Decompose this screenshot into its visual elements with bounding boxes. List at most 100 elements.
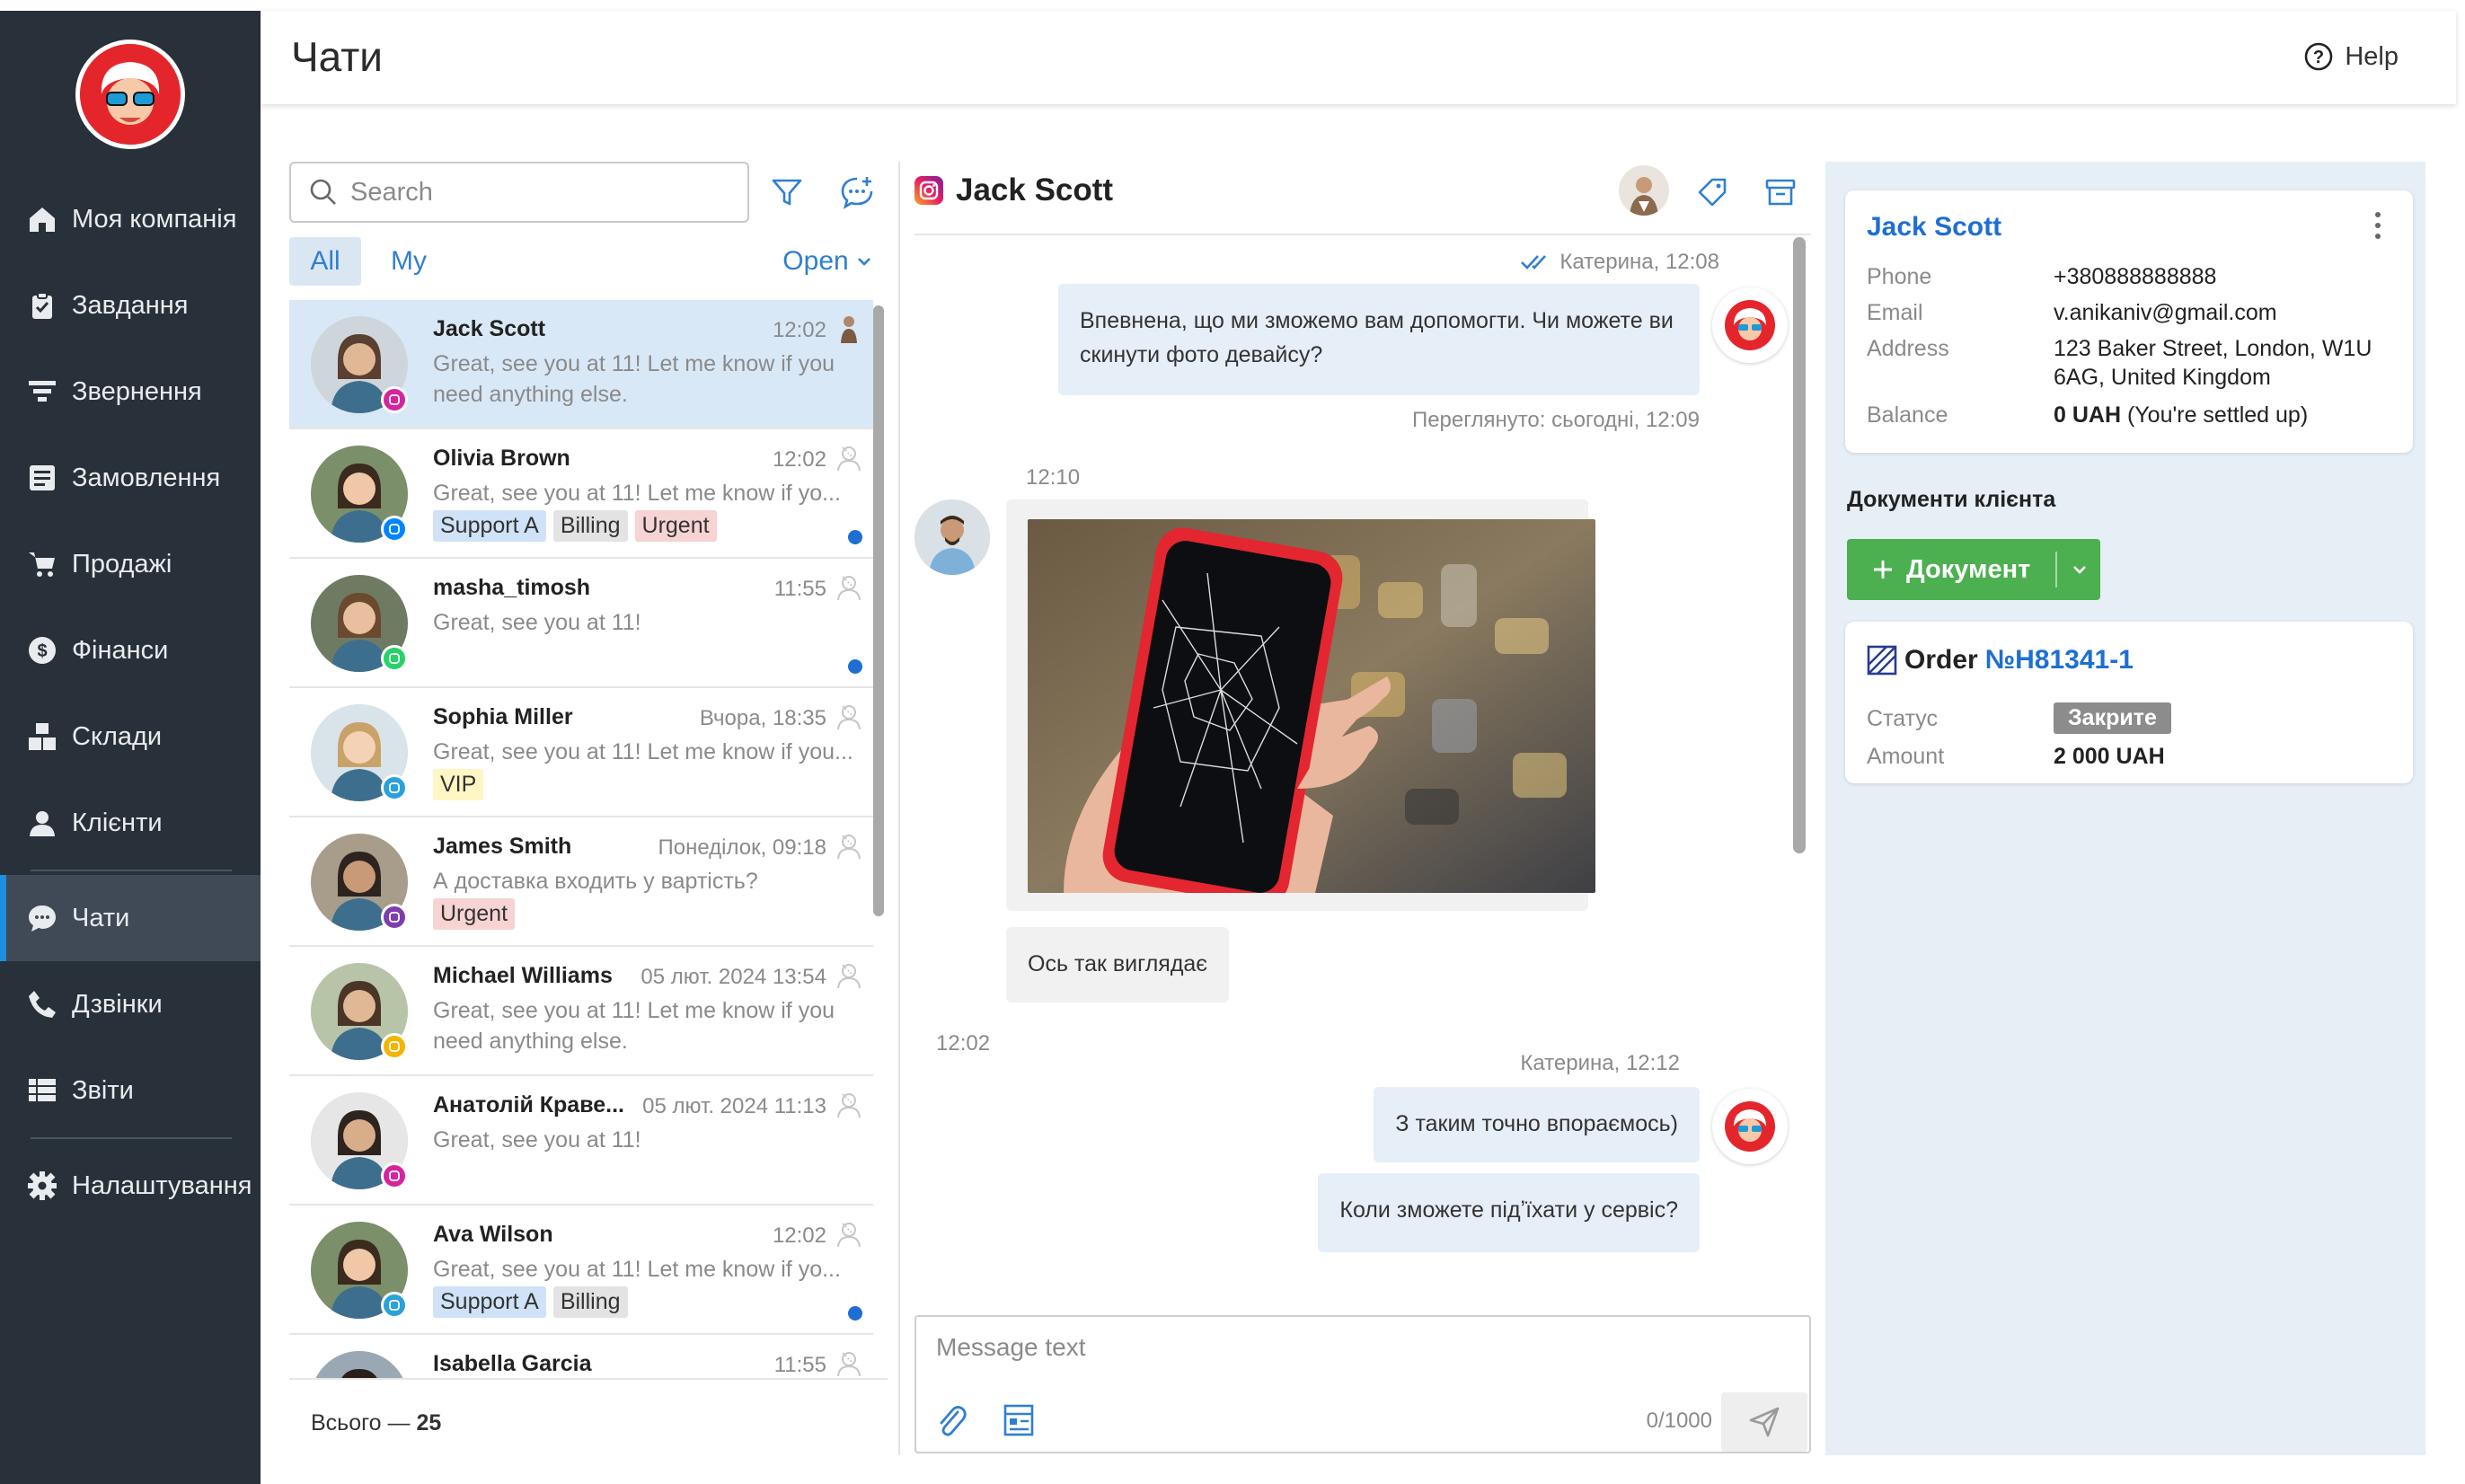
tag-badge: Billing	[552, 1286, 628, 1318]
tag-badge: VIP	[433, 769, 484, 800]
button-split-divider	[2055, 552, 2057, 587]
last-message-preview: Great, see you at 11!	[433, 1127, 641, 1153]
send-icon	[1749, 1407, 1780, 1437]
more-vertical-icon[interactable]	[2373, 210, 2382, 245]
chat-list-item[interactable]: James Smith Понеділок, 09:18 А доставка вх…	[289, 817, 873, 947]
unassigned-agent-icon	[834, 1089, 864, 1119]
tag-badge: Support A	[433, 1286, 546, 1318]
balance-note: (You're settled up)	[2126, 402, 2309, 428]
sidebar-item-chat[interactable]: Чати	[0, 875, 261, 961]
order-number-link[interactable]: №H81341-1	[1985, 645, 2134, 676]
address-line-2: 6AG, United Kingdom	[2054, 365, 2271, 390]
chat-list-item[interactable]: Olivia Brown 12:02 Great, see you at 11! L…	[289, 429, 873, 559]
chat-time: 12:02	[772, 447, 826, 472]
paperclip-icon[interactable]	[936, 1403, 967, 1444]
template-icon[interactable]	[1003, 1403, 1035, 1442]
phone-label: Phone	[1867, 264, 1932, 289]
chat-list-scrollbar[interactable]	[873, 305, 884, 916]
svg-text:?: ?	[2313, 48, 2324, 67]
chat-time: 05 лют. 2024 11:13	[642, 1094, 826, 1118]
thread-scrollbar[interactable]	[1793, 237, 1806, 853]
sidebar-item-user[interactable]: Клієнти	[0, 780, 261, 866]
chat-list-item[interactable]: Ava Wilson 12:02 Great, see you at 11! Let…	[289, 1206, 873, 1335]
send-button[interactable]	[1721, 1392, 1807, 1452]
chat-list-item[interactable]: Jack Scott 12:02 Great, see you at 11! Let…	[289, 300, 873, 429]
sidebar-item-gear[interactable]: Налаштування	[0, 1143, 261, 1229]
telegram-icon	[381, 774, 408, 801]
message-time: 12:02	[936, 1031, 991, 1056]
user-icon	[27, 808, 57, 838]
sidebar-item-phone[interactable]: Дзвінки	[0, 961, 261, 1047]
chevron-down-icon	[857, 258, 870, 266]
new-chat-icon[interactable]	[839, 174, 875, 215]
email-value[interactable]: v.anikaniv@gmail.com	[2054, 300, 2277, 326]
contact-avatar	[311, 446, 408, 543]
order-prefix: Order	[1904, 645, 1978, 675]
order-card[interactable]: Order №H81341-1 Статус Закрите Amount 2 …	[1845, 622, 2413, 783]
sidebar-item-cart[interactable]: Продажі	[0, 521, 261, 607]
sidebar-item-table[interactable]: Звіти	[0, 1047, 261, 1134]
list-divider	[289, 1378, 888, 1380]
order-doc-icon	[1867, 645, 1897, 676]
warehouse-boxes-icon	[27, 721, 57, 752]
cracked-phone-photo[interactable]	[1028, 519, 1595, 893]
instagram-icon	[914, 176, 943, 205]
assigned-agent-avatar[interactable]	[1619, 165, 1669, 216]
email-label: Email	[1867, 300, 1923, 325]
last-message-preview: А доставка входить у вартість?	[433, 869, 758, 894]
unassigned-agent-icon	[834, 701, 864, 731]
sidebar-divider	[31, 1137, 232, 1139]
filter-icon[interactable]	[771, 176, 803, 213]
sidebar-item-dollar[interactable]: $ Фінанси	[0, 607, 261, 693]
sidebar-item-label: Чати	[72, 903, 130, 932]
tag-icon[interactable]	[1696, 176, 1728, 213]
sidebar-item-label: Склади	[72, 721, 163, 751]
company-logo[interactable]	[75, 40, 185, 149]
chat-tags: VIP	[433, 769, 484, 800]
chevron-down-icon[interactable]	[2072, 562, 2088, 577]
amount-label: Amount	[1867, 744, 1945, 769]
sidebar-item-order-list[interactable]: Замовлення	[0, 435, 261, 521]
status-filter-dropdown[interactable]: Open	[778, 237, 877, 286]
instagram-icon	[381, 386, 408, 413]
add-document-button[interactable]: Документ	[1847, 539, 2100, 600]
chat-list-item[interactable]: masha_timosh 11:55 Great, see you at 11!	[289, 559, 873, 688]
other-icon	[381, 1033, 408, 1060]
tag-badge: Billing	[552, 510, 628, 542]
sidebar-item-warehouse-boxes[interactable]: Склади	[0, 693, 261, 780]
tab-all[interactable]: All	[289, 237, 361, 286]
table-icon	[27, 1075, 57, 1106]
message-time: 12:10	[1026, 465, 1081, 490]
last-message-preview: Great, see you at 11! Let me know if you…	[433, 739, 853, 764]
tab-my[interactable]: My	[377, 237, 440, 286]
contact-avatar	[311, 1351, 408, 1378]
last-message-preview: Great, see you at 11! Let me know if you…	[433, 998, 835, 1054]
last-message-preview: Great, see you at 11! Let me know if yo.…	[433, 1257, 841, 1282]
chat-list-item[interactable]: Isabella Garcia 11:55	[289, 1335, 873, 1378]
total-value: 25	[416, 1410, 442, 1435]
message-bubble-outgoing: Коли зможете підʼїхати у сервіс?	[1318, 1173, 1700, 1252]
contact-avatar	[311, 963, 408, 1060]
chat-list-item[interactable]: Michael Williams 05 лют. 2024 13:54 Great,…	[289, 947, 873, 1076]
chat-list-item[interactable]: Sophia Miller Вчора, 18:35 Great, see you …	[289, 688, 873, 817]
sidebar-item-label: Звернення	[72, 376, 202, 406]
message-meta: Катерина, 12:12	[1520, 1051, 1680, 1075]
search-placeholder: Search	[350, 177, 433, 207]
chat-list-item[interactable]: Анатолій Краве... 05 лют. 2024 11:13 Great…	[289, 1076, 873, 1206]
balance-value: 0 UAH (You're settled up)	[2054, 402, 2308, 428]
search-input[interactable]: Search	[289, 162, 749, 223]
contact-avatar	[311, 316, 408, 413]
message-input[interactable]: Message text 0/1000	[914, 1315, 1811, 1453]
contact-avatar	[311, 704, 408, 801]
sidebar-item-home[interactable]: Моя компанія	[0, 176, 261, 262]
sidebar-item-clipboard-check[interactable]: Завдання	[0, 262, 261, 349]
phone-value[interactable]: +380888888888	[2054, 264, 2216, 290]
sidebar-item-funnel[interactable]: Звернення	[0, 349, 261, 435]
client-name[interactable]: Jack Scott	[1867, 212, 2001, 243]
phone-icon	[27, 989, 57, 1020]
archive-icon[interactable]	[1764, 176, 1797, 213]
unassigned-agent-icon	[834, 1218, 864, 1249]
last-message-preview: Great, see you at 11! Let me know if yo.…	[433, 481, 841, 506]
image-message[interactable]	[1006, 499, 1595, 911]
help-button[interactable]: ? Help	[2303, 41, 2399, 72]
